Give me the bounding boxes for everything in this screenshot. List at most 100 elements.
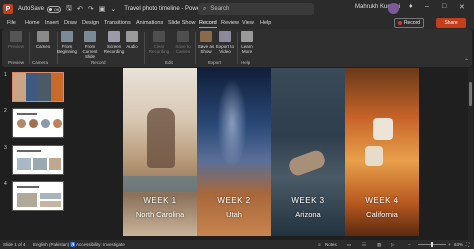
coauthor-icon[interactable]: ♦ [409, 3, 413, 10]
zoom-out-icon[interactable]: − [408, 242, 411, 247]
kayak-shape [123, 176, 197, 192]
milky-way-shape [217, 78, 247, 168]
thumbnail-number: 3 [4, 145, 7, 151]
powerpoint-window: P AutoSave Off 🖫 ↶ ↷ ▣ ⌄ Travel photo ti… [0, 0, 474, 249]
search-placeholder: Search [210, 6, 230, 12]
tab-draw[interactable]: Draw [64, 19, 77, 28]
record-from-beginning-icon [61, 31, 73, 42]
tab-record[interactable]: Record [199, 19, 217, 28]
panel-place-label: Arizona [295, 210, 321, 219]
cameo-button[interactable]: Cameo [31, 31, 55, 49]
tab-home[interactable]: Home [25, 19, 40, 28]
record-from-beginning-button[interactable]: From Beginning [55, 31, 79, 54]
group-record-label: Record [91, 60, 106, 65]
tab-design[interactable]: Design [82, 19, 99, 28]
group-help-label: Help [241, 60, 251, 65]
redo-icon[interactable]: ↷ [88, 5, 94, 13]
group-camera-label: Camera [32, 60, 49, 65]
share-button[interactable]: Share [436, 18, 466, 28]
restore-icon[interactable]: □ [442, 3, 446, 10]
tab-file[interactable]: File [7, 19, 16, 28]
slide-position: Slide 1 of 4 [3, 242, 26, 247]
slide-thumbnail-3[interactable] [12, 145, 64, 175]
photo-panel-week-2[interactable]: WEEK 2 Utah [197, 68, 271, 236]
slide-show-icon[interactable]: ▷ [391, 242, 394, 248]
ribbon-tabs: File Home Insert Draw Design Transitions… [0, 18, 474, 29]
slide-thumbnails-pane: 1 2 3 4 [0, 68, 70, 240]
clear-recording-button[interactable]: Clear Recording [146, 31, 172, 54]
zoom-slider-knob[interactable] [431, 242, 433, 247]
slide-editing-area: WEEK 1 North Carolina WEEK 2 Utah WEEK 3… [72, 68, 468, 240]
notes-button[interactable]: Notes [325, 242, 337, 247]
photo-panel-week-1[interactable]: WEEK 1 North Carolina [123, 68, 197, 236]
accessibility-icon: ♿ [70, 242, 76, 247]
export-to-video-button[interactable]: Export to Video [215, 31, 235, 54]
record-dot-icon [397, 20, 402, 25]
autosave-toggle[interactable]: Off [47, 5, 62, 13]
slide-thumbnail-4[interactable] [12, 181, 64, 211]
accessibility-status[interactable]: Accessibility: Investigate [76, 242, 125, 247]
save-icon[interactable]: 🖫 [66, 4, 72, 15]
close-icon[interactable]: ✕ [459, 3, 465, 11]
minimize-icon[interactable]: – [425, 3, 429, 10]
marshmallow-shape [365, 146, 383, 166]
customize-toolbar-icon[interactable]: ⌄ [110, 5, 116, 13]
panel-place-label: Utah [226, 210, 242, 219]
learn-more-button[interactable]: Learn More [238, 31, 256, 54]
thumbnail-number: 4 [4, 181, 7, 187]
slide-thumbnail-2[interactable] [12, 108, 64, 138]
audio-button[interactable]: Audio [123, 31, 141, 49]
screen-recording-icon [108, 31, 120, 42]
undo-icon[interactable]: ↶ [77, 5, 83, 13]
present-icon[interactable]: ▣ [99, 5, 106, 13]
photo-panel-week-4[interactable]: WEEK 4 California [345, 68, 419, 236]
normal-view-icon[interactable]: ▭ [347, 242, 351, 248]
reading-view-icon[interactable]: ▥ [377, 242, 381, 248]
export-to-video-icon [219, 31, 231, 42]
preview-icon [10, 31, 22, 42]
camera-icon [37, 31, 49, 42]
search-box[interactable]: ⌕ Search [198, 3, 314, 15]
share-button-label: Share [444, 20, 458, 26]
thumbnail-number: 2 [4, 108, 7, 114]
tab-help[interactable]: Help [260, 19, 271, 28]
tab-slide-show[interactable]: Slide Show [168, 19, 196, 28]
clear-recording-label: Clear Recording [148, 44, 170, 54]
panel-week-label: WEEK 1 [143, 196, 177, 205]
tab-transitions[interactable]: Transitions [104, 19, 131, 28]
panel-week-label: WEEK 4 [365, 196, 399, 205]
save-as-show-button[interactable]: Save as Show [196, 31, 216, 54]
marshmallow-shape [373, 118, 393, 140]
slide-canvas[interactable]: WEEK 1 North Carolina WEEK 2 Utah WEEK 3… [123, 68, 419, 236]
from-beginning-label: From Beginning [56, 44, 78, 54]
separator [144, 32, 145, 64]
thumbnail-number: 1 [4, 72, 7, 78]
microphone-icon [126, 31, 138, 42]
record-from-current-slide-button[interactable]: From Current Slide [77, 31, 103, 59]
zoom-in-icon[interactable]: + [448, 242, 451, 247]
panel-place-label: California [366, 210, 398, 219]
zoom-level[interactable]: 63% [454, 242, 463, 247]
vertical-scrollbar[interactable] [468, 68, 473, 240]
notes-icon: ≡ [318, 242, 321, 247]
title-bar: P AutoSave Off 🖫 ↶ ↷ ▣ ⌄ Travel photo ti… [0, 0, 474, 18]
tab-animations[interactable]: Animations [136, 19, 163, 28]
scrollbar-thumb[interactable] [469, 82, 472, 106]
tab-view[interactable]: View [242, 19, 254, 28]
language-status[interactable]: English (Pakistan) [33, 242, 69, 247]
collapse-ribbon-icon[interactable]: ⌃ [464, 58, 469, 65]
record-button[interactable]: Record [394, 18, 424, 28]
slide-sorter-icon[interactable]: ☷ [362, 242, 366, 248]
group-export-label: Export [208, 60, 222, 65]
cameo-label: Cameo [35, 44, 51, 49]
slide-thumbnail-1[interactable] [12, 72, 64, 102]
fit-to-window-icon[interactable]: ⛶ [466, 242, 469, 247]
record-button-label: Record [403, 20, 421, 26]
learn-more-label: Learn More [241, 44, 253, 54]
preview-button[interactable]: Preview [5, 31, 27, 49]
avatar[interactable] [388, 3, 399, 14]
tab-review[interactable]: Review [221, 19, 239, 28]
tab-insert[interactable]: Insert [45, 19, 59, 28]
save-to-cameo-button[interactable]: Save to Cameo [171, 31, 195, 54]
photo-panel-week-3[interactable]: WEEK 3 Arizona [271, 68, 345, 236]
